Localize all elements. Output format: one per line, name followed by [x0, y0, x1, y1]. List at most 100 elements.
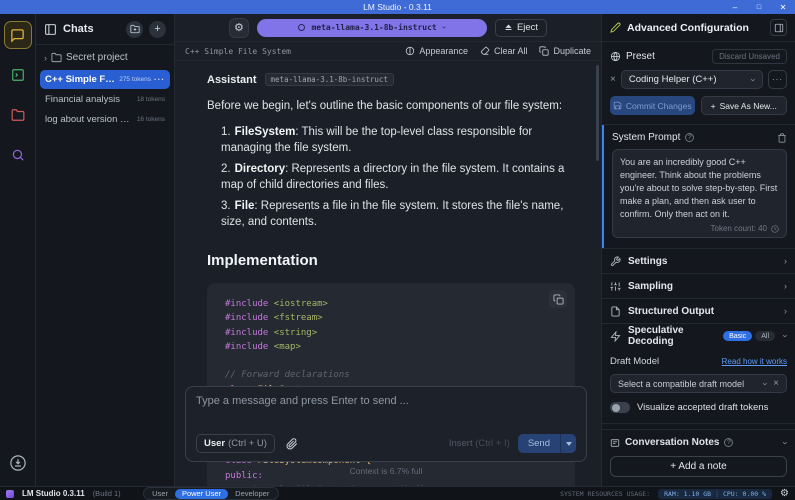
- mode-power-user[interactable]: Power User: [175, 489, 228, 499]
- downloads-button[interactable]: [5, 450, 31, 476]
- draft-model-dropdown[interactable]: Select a compatible draft model › ×: [610, 374, 787, 393]
- minimize-button[interactable]: –: [723, 0, 747, 14]
- window-title: LM Studio - 0.3.11: [0, 2, 795, 12]
- code-line: #include <iostream>: [225, 297, 561, 311]
- mode-switcher: UserPower UserDeveloper: [143, 487, 279, 500]
- section-label: Sampling: [628, 281, 777, 292]
- resources-pill: RAM: 1.10 GB | CPU: 0.00 %: [658, 489, 772, 499]
- list-item: 2.Directory: Represents a directory in t…: [221, 161, 575, 193]
- chat-list-item[interactable]: log about version of ...16 tokens: [40, 110, 170, 129]
- chat-list-item[interactable]: C++ Simple File System275 tokens···: [40, 70, 170, 89]
- pill-basic[interactable]: Basic: [723, 331, 752, 341]
- chevron-down-icon: ›: [761, 382, 771, 385]
- conversation-notes-header[interactable]: Conversation Notes ? ›: [610, 437, 787, 448]
- scrollbar-thumb[interactable]: [596, 65, 599, 161]
- duplicate-button[interactable]: Duplicate: [539, 46, 591, 56]
- role-toggle-button[interactable]: User (Ctrl + U): [196, 434, 275, 453]
- message-role-label: Assistant: [207, 74, 257, 86]
- download-icon: [9, 454, 27, 472]
- left-nav-rail: [0, 14, 36, 486]
- file-icon: [610, 306, 621, 317]
- section-settings[interactable]: Settings ›: [602, 248, 795, 273]
- system-prompt-editor[interactable]: You are an incredibly good C++ engineer.…: [612, 149, 787, 238]
- clear-all-button[interactable]: Clear All: [480, 46, 528, 56]
- folder-icon: [11, 108, 25, 122]
- sliders-icon: [610, 281, 621, 292]
- copy-icon: [553, 294, 564, 305]
- collapse-sidebar-icon[interactable]: [44, 23, 57, 36]
- save-as-new-button[interactable]: + Save As New...: [701, 96, 788, 115]
- list-item: 3.File: Represents a file in the file sy…: [221, 198, 575, 230]
- nav-discover-button[interactable]: [5, 142, 31, 168]
- resources-usage-label: SYSTEM RESOURCES USAGE:: [560, 490, 650, 498]
- clear-preset-icon[interactable]: ×: [610, 74, 616, 85]
- app-window: LM Studio - 0.3.11 – □ ✕: [0, 0, 795, 500]
- status-app-name: LM Studio 0.3.11: [22, 489, 85, 498]
- visualize-tokens-toggle[interactable]: [610, 402, 630, 413]
- add-note-button[interactable]: + Add a note: [610, 456, 787, 477]
- toggle-panel-button[interactable]: [770, 19, 787, 36]
- chat-list: C++ Simple File System275 tokens···Finan…: [36, 68, 174, 131]
- chevron-right-icon: ›: [44, 53, 47, 63]
- preset-more-button[interactable]: ···: [768, 70, 787, 89]
- config-panel-title: Advanced Configuration: [627, 22, 764, 34]
- pencil-icon: [610, 22, 621, 33]
- folder-outline-icon: [51, 52, 62, 63]
- section-structured-output[interactable]: Structured Output›: [602, 298, 795, 323]
- loaded-model-selector[interactable]: meta-llama-3.1-8b-instruct ›: [257, 19, 487, 37]
- system-prompt-label: System Prompt: [612, 132, 680, 143]
- chat-folder-row[interactable]: › Secret project: [36, 45, 174, 68]
- send-button[interactable]: Send: [518, 434, 576, 453]
- advanced-configuration-panel: Advanced Configuration Preset Discard Un…: [601, 14, 795, 486]
- assistant-numbered-list: 1.FileSystem: This will be the top-level…: [221, 124, 575, 230]
- attach-file-button[interactable]: [283, 434, 302, 453]
- maximize-button[interactable]: □: [747, 0, 771, 14]
- section-label: Speculative Decoding: [628, 325, 716, 347]
- appearance-button[interactable]: Appearance: [405, 46, 468, 56]
- loaded-model-name: meta-llama-3.1-8b-instruct: [311, 23, 436, 32]
- read-how-it-works-link[interactable]: Read how it works: [722, 357, 787, 366]
- conversation-notes-label: Conversation Notes: [625, 437, 719, 448]
- chats-sidebar: Chats + › Secret project C++ Simple File…: [36, 14, 175, 486]
- new-folder-button[interactable]: [126, 21, 143, 38]
- nav-models-button[interactable]: [5, 102, 31, 128]
- system-prompt-section: System Prompt ? You are an incredibly go…: [602, 124, 795, 248]
- section-label: Settings: [628, 256, 777, 267]
- message-input[interactable]: [196, 395, 576, 425]
- pill-all[interactable]: All: [755, 331, 775, 341]
- chevron-down-icon: ›: [749, 78, 759, 81]
- nav-chats-button[interactable]: [5, 22, 31, 48]
- section-sampling[interactable]: Sampling ›: [602, 273, 795, 298]
- chevron-down-icon: ›: [781, 335, 791, 338]
- help-icon[interactable]: ?: [685, 133, 694, 142]
- help-icon[interactable]: ?: [724, 438, 733, 447]
- preset-select-row: × Coding Helper (C++) › ···: [602, 64, 795, 89]
- clear-draft-model-icon[interactable]: ×: [773, 378, 779, 389]
- chevron-right-icon: ›: [784, 256, 787, 266]
- preset-value: Coding Helper (C++): [629, 74, 752, 85]
- chat-list-item[interactable]: Financial analysis18 tokens: [40, 90, 170, 109]
- close-button[interactable]: ✕: [771, 0, 795, 14]
- chat-item-menu-button[interactable]: ···: [154, 75, 165, 84]
- section-speculative-decoding[interactable]: Speculative Decoding BasicAll ›: [602, 323, 795, 348]
- eject-model-button[interactable]: Eject: [495, 19, 547, 37]
- settings-gear-icon[interactable]: ⚙: [780, 489, 789, 499]
- code-line: virtual ~FileSystemComponent() {}: [225, 483, 561, 486]
- mode-developer[interactable]: Developer: [228, 489, 276, 499]
- chevron-right-icon: ›: [784, 281, 787, 291]
- nav-developer-button[interactable]: [5, 62, 31, 88]
- paperclip-icon: [286, 438, 298, 450]
- new-chat-button[interactable]: +: [149, 21, 166, 38]
- send-options-caret[interactable]: [560, 434, 576, 453]
- commit-changes-button[interactable]: Commit Changes: [610, 96, 695, 115]
- mode-user[interactable]: User: [145, 489, 175, 499]
- preset-action-buttons: Commit Changes + Save As New...: [602, 89, 795, 124]
- system-prompt-text: You are an incredibly good C++ engineer.…: [620, 156, 779, 221]
- insert-button[interactable]: Insert (Ctrl + I): [449, 438, 510, 449]
- trash-icon[interactable]: [777, 133, 787, 143]
- discard-unsaved-button[interactable]: Discard Unsaved: [712, 49, 787, 64]
- config-sections: Settings › Sampling › Structured Output›Spec…: [602, 248, 795, 348]
- copy-code-button[interactable]: [549, 290, 567, 308]
- model-settings-gear-icon[interactable]: ⚙: [229, 18, 249, 38]
- preset-dropdown[interactable]: Coding Helper (C++) ›: [621, 70, 763, 89]
